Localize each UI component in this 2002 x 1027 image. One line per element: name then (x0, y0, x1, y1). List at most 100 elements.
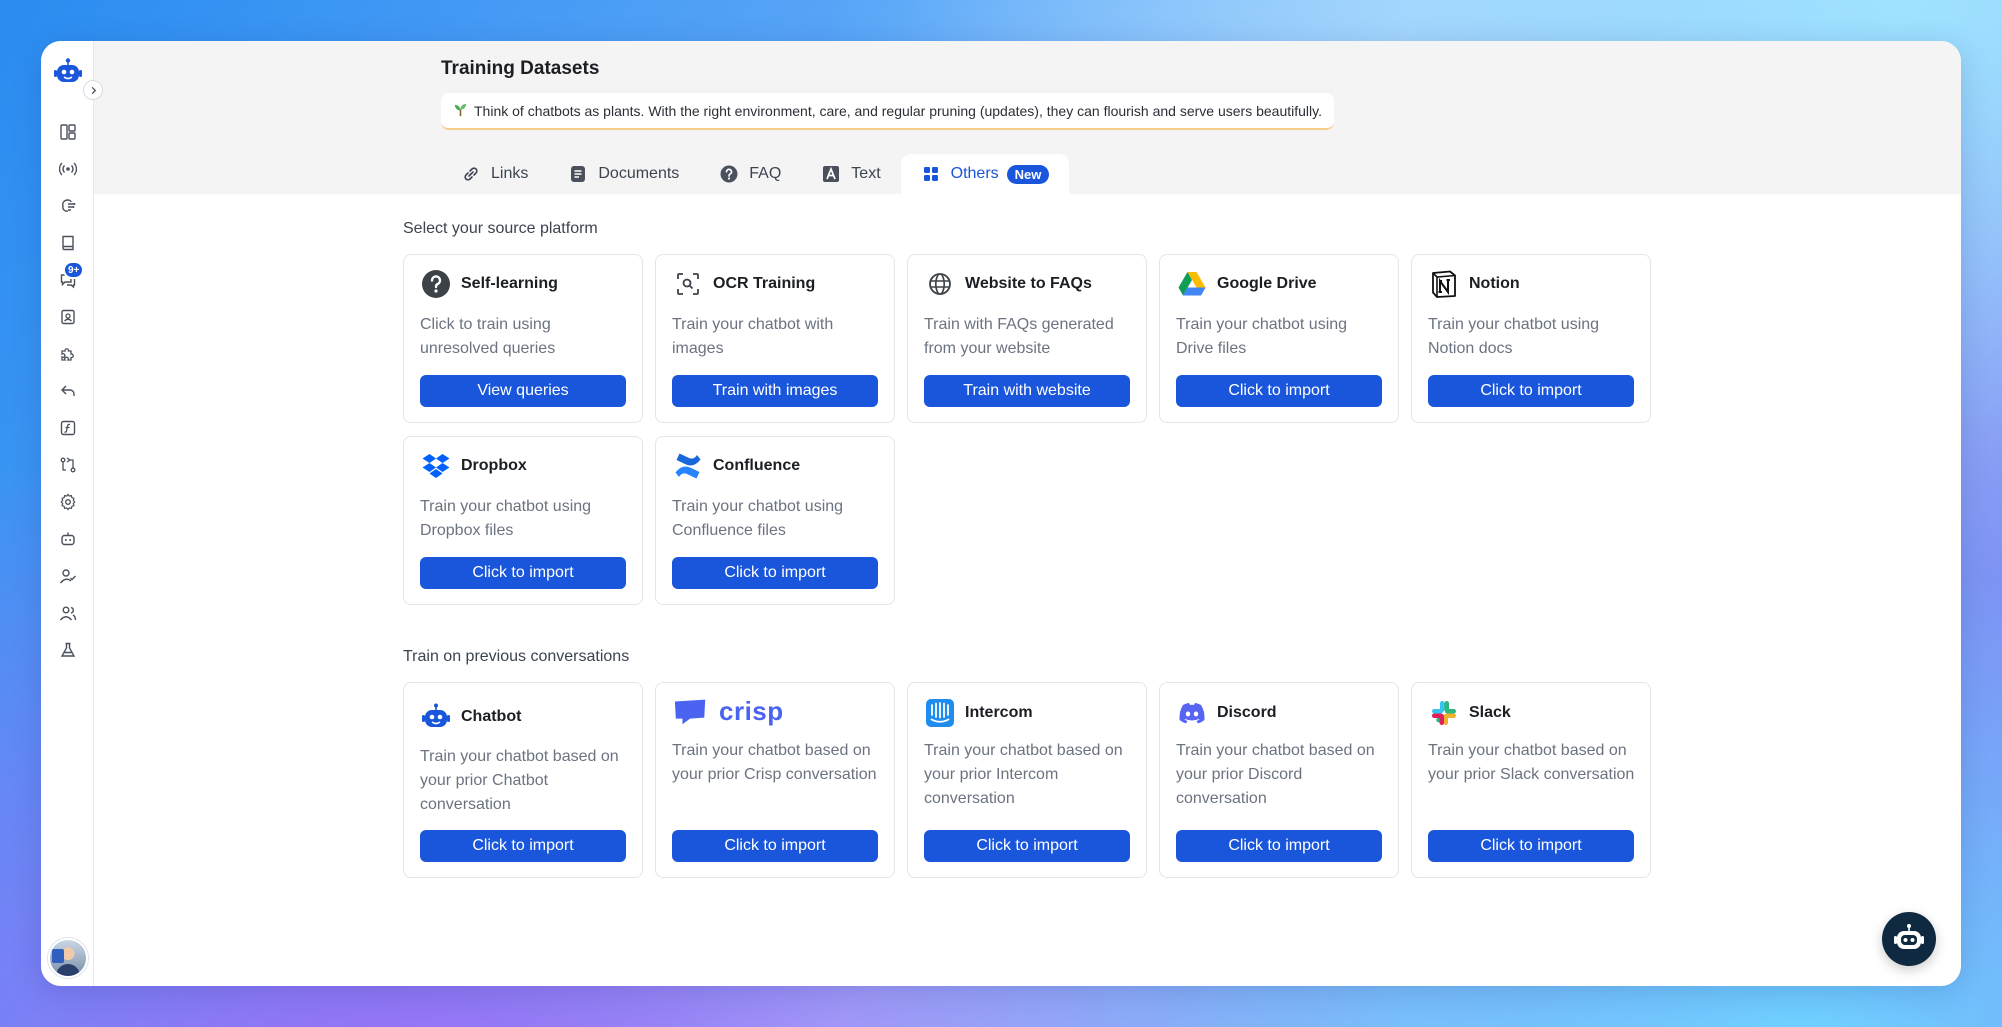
sidebar-item-flows[interactable] (41, 446, 94, 483)
card-description: Train your chatbot using Dropbox files (420, 498, 592, 539)
tab-links[interactable]: Links (441, 154, 548, 194)
avatar-flag (52, 949, 64, 963)
source-card-ocr-training: OCR Training Train your chatbot with ima… (655, 254, 895, 423)
confluence-icon (672, 450, 704, 482)
card-description: Train your chatbot using Confluence file… (672, 498, 844, 539)
users-icon (59, 606, 76, 620)
chatbot-import-button[interactable]: Click to import (420, 830, 626, 862)
globe-icon (924, 268, 956, 300)
sidebar-item-contacts[interactable] (41, 298, 94, 335)
sidebar-expand-button[interactable] (83, 80, 103, 100)
train-with-website-button[interactable]: Train with website (924, 375, 1130, 407)
view-queries-button[interactable]: View queries (420, 375, 626, 407)
slack-icon (1428, 697, 1460, 729)
conversation-card-crisp: crisp Train your chatbot based on your p… (655, 682, 895, 878)
card-description: Train your chatbot based on your prior C… (672, 742, 877, 783)
train-with-images-button[interactable]: Train with images (672, 375, 878, 407)
tab-label: FAQ (749, 165, 782, 182)
card-description: Train your chatbot using Notion docs (1428, 316, 1600, 357)
discord-import-button[interactable]: Click to import (1176, 830, 1382, 862)
tip-text: Think of chatbots as plants. With the ri… (474, 102, 1322, 119)
confluence-import-button[interactable]: Click to import (672, 557, 878, 589)
tab-label: Links (491, 165, 529, 182)
chatbot-icon (420, 701, 452, 733)
tab-others[interactable]: Others New (900, 154, 1070, 194)
tab-documents[interactable]: Documents (548, 154, 699, 194)
intercom-import-button[interactable]: Click to import (924, 830, 1130, 862)
tip-banner: Think of chatbots as plants. With the ri… (441, 93, 1334, 130)
function-icon (60, 420, 75, 435)
sidebar-item-replies[interactable] (41, 372, 94, 409)
source-card-dropbox: Dropbox Train your chatbot using Dropbox… (403, 436, 643, 605)
card-title: Dropbox (461, 457, 527, 474)
card-description: Train your chatbot based on your prior C… (420, 748, 619, 813)
document-icon (571, 166, 586, 182)
card-description: Click to train using unresolved queries (420, 316, 556, 357)
card-header: Dropbox (420, 450, 527, 482)
card-description: Train your chatbot based on your prior I… (924, 742, 1123, 807)
question-icon (720, 165, 738, 183)
tab-bar: Links Documents FAQ Text Others New (441, 154, 1070, 194)
contact-card-icon (60, 309, 75, 324)
card-header: crisp (672, 695, 784, 727)
card-header: Confluence (672, 450, 800, 482)
sidebar-item-agents[interactable] (41, 557, 94, 594)
card-header: Chatbot (420, 701, 521, 733)
card-header: Slack (1428, 697, 1511, 729)
sidebar-item-settings[interactable] (41, 483, 94, 520)
slack-import-button[interactable]: Click to import (1428, 830, 1634, 862)
dashboard-icon (59, 123, 76, 140)
question-circle-icon (420, 268, 452, 300)
tab-label: Documents (598, 165, 680, 182)
tab-label: Text (851, 165, 881, 182)
notification-badge: 9+ (63, 261, 85, 279)
sidebar-item-knowledge[interactable] (41, 224, 94, 261)
card-title: Google Drive (1217, 275, 1317, 292)
card-header: OCR Training (672, 268, 815, 300)
card-title: crisp (719, 695, 784, 726)
avatar-shirt (56, 964, 80, 976)
chevron-right-icon (91, 86, 96, 94)
source-card-self-learning: Self-learning Click to train using unres… (403, 254, 643, 423)
sidebar-item-dashboard[interactable] (41, 113, 94, 150)
crisp-import-button[interactable]: Click to import (672, 830, 878, 862)
sidebar-item-bot[interactable] (41, 520, 94, 557)
sidebar-item-broadcast[interactable] (41, 150, 94, 187)
gear-icon (59, 493, 76, 510)
google-drive-import-button[interactable]: Click to import (1176, 375, 1382, 407)
sidebar-item-team[interactable] (41, 594, 94, 631)
tab-text[interactable]: Text (801, 154, 900, 194)
card-description: Train your chatbot based on your prior D… (1176, 742, 1375, 807)
bot-icon (60, 532, 75, 545)
crisp-icon (672, 695, 710, 727)
sidebar-item-conversations[interactable]: 9+ (41, 261, 94, 298)
brain-icon (61, 198, 75, 212)
header-area: Training Datasets Think of chatbots as p… (94, 41, 1961, 194)
bot-icon (1894, 924, 1924, 949)
chatbot-logo-icon[interactable] (53, 57, 83, 87)
chat-widget-button[interactable] (1882, 912, 1936, 966)
broadcast-icon (58, 162, 77, 175)
sidebar-item-lab[interactable] (41, 631, 94, 668)
card-description: Train your chatbot with images (672, 316, 834, 357)
card-title: Discord (1217, 704, 1277, 721)
tab-faq[interactable]: FAQ (699, 154, 801, 194)
sidebar-item-integrations[interactable] (41, 335, 94, 372)
sprout-icon (453, 102, 468, 120)
sidebar-item-functions[interactable] (41, 409, 94, 446)
card-description: Train with FAQs generated from your webs… (924, 316, 1114, 357)
conversation-card-slack: Slack Train your chatbot based on your p… (1411, 682, 1651, 878)
source-card-website-to-faqs: Website to FAQs Train with FAQs generate… (907, 254, 1147, 423)
new-badge: New (1006, 164, 1050, 184)
card-title: Notion (1469, 275, 1520, 292)
source-card-google-drive: Google Drive Train your chatbot using Dr… (1159, 254, 1399, 423)
text-icon (823, 166, 840, 182)
sidebar-item-brain[interactable] (41, 187, 94, 224)
notion-import-button[interactable]: Click to import (1428, 375, 1634, 407)
card-header: Website to FAQs (924, 268, 1092, 300)
source-section-title: Select your source platform (403, 220, 598, 237)
app-window: 9+ Training Datasets Think of chatbots a… (41, 41, 1961, 986)
dropbox-import-button[interactable]: Click to import (420, 557, 626, 589)
user-avatar[interactable] (48, 938, 88, 978)
card-title: Self-learning (461, 275, 558, 292)
